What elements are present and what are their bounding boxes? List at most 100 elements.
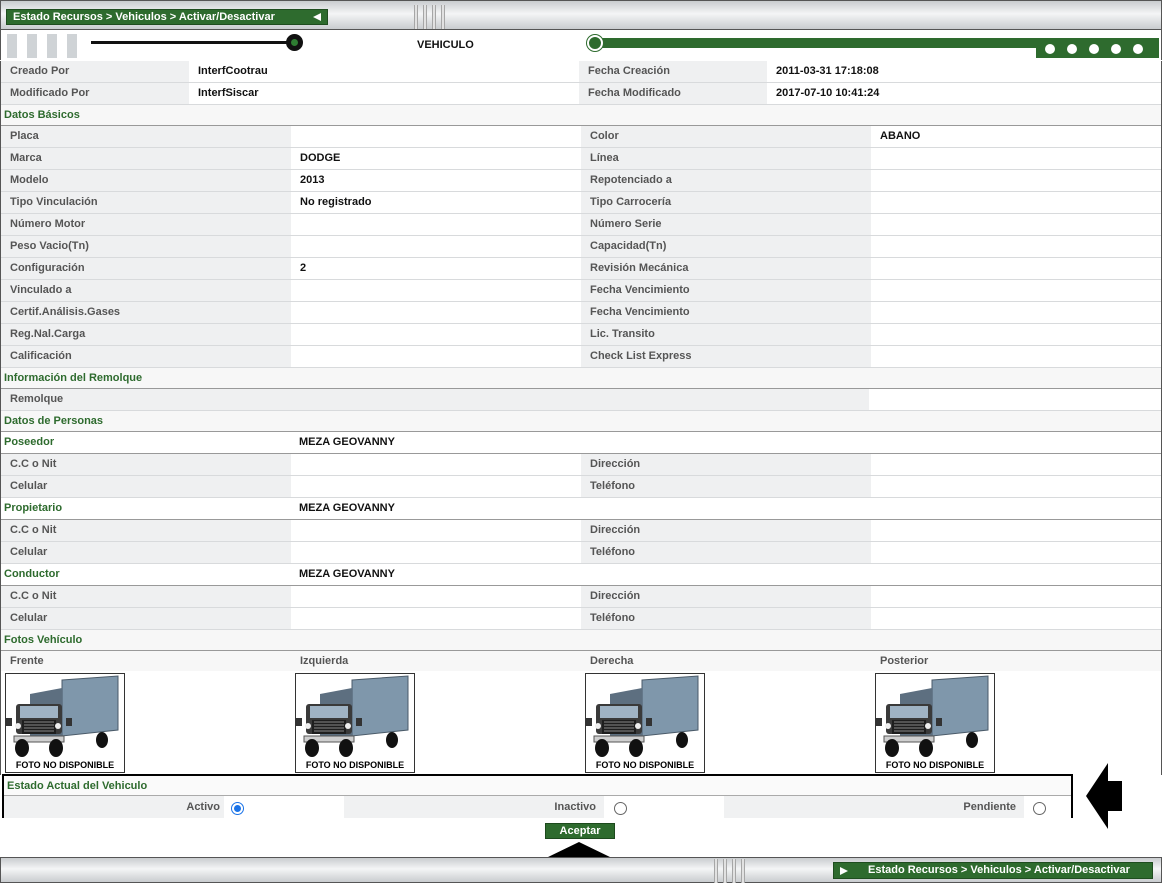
basic-data-table: Placa Color ABANO Marca DODGE Línea Modelo 2013…	[1, 126, 1161, 368]
basic-row: Placa Color ABANO	[1, 126, 1161, 148]
field-label: Dirección	[581, 520, 871, 541]
page-title: VEHICULO	[417, 39, 474, 51]
modified-date-label: Fecha Modificado	[579, 83, 767, 104]
person-header: Propietario MEZA GEOVANNY	[1, 498, 1161, 520]
breadcrumb-bottom-text: Estado Recursos > Vehiculos > Activar/De…	[868, 864, 1130, 876]
field-value	[291, 126, 581, 147]
basic-row: Tipo Vinculación No registrado Tipo Carroc…	[1, 192, 1161, 214]
field-label: Configuración	[1, 258, 291, 279]
accept-button[interactable]: Aceptar	[545, 823, 615, 839]
person-role: Poseedor	[1, 432, 291, 453]
radio-inactive[interactable]	[614, 802, 627, 815]
created-by-value: InterfCootrau	[189, 61, 579, 82]
field-label: Modelo	[1, 170, 291, 191]
modified-date-value: 2017-07-10 10:41:24	[767, 83, 1151, 104]
photo-left[interactable]: FOTO NO DISPONIBLE	[295, 673, 415, 773]
field-label: Marca	[1, 148, 291, 169]
field-value: 2013	[291, 170, 581, 191]
photo-placeholder-caption: FOTO NO DISPONIBLE	[15, 760, 115, 770]
field-value	[871, 324, 1161, 345]
collapse-arrow-icon[interactable]	[313, 13, 321, 21]
field-value: ABANO	[871, 126, 1161, 147]
field-label: C.C o Nit	[1, 520, 291, 541]
field-label: Número Motor	[1, 214, 291, 235]
breadcrumb[interactable]: Estado Recursos > Vehiculos > Activar/De…	[6, 9, 328, 25]
section-title-trailer: Información del Remolque	[1, 368, 1161, 389]
photo-cell: FOTO NO DISPONIBLE	[1, 671, 291, 775]
field-label: C.C o Nit	[1, 454, 291, 475]
photo-cell: FOTO NO DISPONIBLE	[581, 671, 871, 775]
status-options: Activo Inactivo Pendiente	[4, 796, 1071, 818]
expand-arrow-icon[interactable]	[840, 867, 848, 875]
person-row: C.C o Nit Dirección	[1, 454, 1161, 476]
field-value	[871, 148, 1161, 169]
audit-row: Modificado Por InterfSiscar Fecha Modifi…	[1, 83, 1161, 105]
basic-row: Modelo 2013 Repotenciado a	[1, 170, 1161, 192]
breadcrumb-text: Estado Recursos > Vehiculos > Activar/De…	[13, 11, 275, 23]
field-value	[871, 302, 1161, 323]
people-table: Poseedor MEZA GEOVANNY C.C o Nit Dirección C…	[1, 432, 1161, 630]
status-label-pending: Pendiente	[724, 796, 1024, 818]
photo-label-front: Frente	[10, 655, 44, 667]
grip-handle-icon	[709, 859, 749, 883]
basic-row: Vinculado a Fecha Vencimiento	[1, 280, 1161, 302]
field-label: Repotenciado a	[581, 170, 871, 191]
dots-icon	[1045, 44, 1143, 54]
person-name: MEZA GEOVANNY	[299, 502, 395, 514]
field-label: Fecha Vencimiento	[581, 302, 871, 323]
field-value	[871, 280, 1161, 301]
status-radio-cell	[604, 796, 724, 818]
field-label: Revisión Mecánica	[581, 258, 871, 279]
field-label: Teléfono	[581, 542, 871, 563]
field-value	[291, 236, 581, 257]
field-value	[871, 346, 1161, 367]
field-value	[871, 236, 1161, 257]
created-date-value: 2011-03-31 17:18:08	[767, 61, 1151, 82]
field-label: Dirección	[581, 586, 871, 607]
field-label: Certif.Análisis.Gases	[1, 302, 291, 323]
person-role: Conductor	[1, 564, 291, 585]
status-radio-cell	[224, 796, 344, 818]
trailer-label: Remolque	[1, 389, 869, 410]
photo-cell: FOTO NO DISPONIBLE	[871, 671, 1161, 775]
field-value: DODGE	[291, 148, 581, 169]
field-value	[291, 520, 581, 541]
field-label: Fecha Vencimiento	[581, 280, 871, 301]
field-label: Celular	[1, 608, 291, 629]
person-role: Propietario	[1, 498, 291, 519]
field-label: Línea	[581, 148, 871, 169]
photo-front[interactable]: FOTO NO DISPONIBLE	[5, 673, 125, 773]
photo-rear[interactable]: FOTO NO DISPONIBLE	[875, 673, 995, 773]
field-label: Vinculado a	[1, 280, 291, 301]
field-value	[291, 302, 581, 323]
created-by-label: Creado Por	[1, 61, 189, 82]
field-value: No registrado	[291, 192, 581, 213]
person-header: Poseedor MEZA GEOVANNY	[1, 432, 1161, 454]
photo-labels: Frente Izquierda Derecha Posterior	[1, 651, 1161, 671]
audit-row: Creado Por InterfCootrau Fecha Creación …	[1, 61, 1161, 83]
person-row: C.C o Nit Dirección	[1, 586, 1161, 608]
radio-active[interactable]	[231, 802, 244, 815]
field-label: C.C o Nit	[1, 586, 291, 607]
field-value	[291, 214, 581, 235]
vehicle-details: Creado Por InterfCootrau Fecha Creación …	[0, 61, 1162, 775]
field-label: Celular	[1, 476, 291, 497]
photo-placeholder-caption: FOTO NO DISPONIBLE	[885, 760, 985, 770]
vehicle-status-panel: Estado Actual del Vehiculo Activo Inacti…	[2, 774, 1073, 818]
trailer-row: Remolque	[1, 389, 1161, 411]
photo-placeholder-caption: FOTO NO DISPONIBLE	[305, 760, 405, 770]
section-title-basic: Datos Básicos	[1, 105, 1161, 126]
person-row: C.C o Nit Dirección	[1, 520, 1161, 542]
created-date-label: Fecha Creación	[579, 61, 767, 82]
trailer-value	[869, 389, 1161, 410]
radio-pending[interactable]	[1033, 802, 1046, 815]
photo-right[interactable]: FOTO NO DISPONIBLE	[585, 673, 705, 773]
section-title-people: Datos de Personas	[1, 411, 1161, 432]
basic-row: Certif.Análisis.Gases Fecha Vencimiento	[1, 302, 1161, 324]
field-value	[871, 608, 1161, 629]
status-label-inactive: Inactivo	[344, 796, 604, 818]
field-label: Peso Vacio(Tn)	[1, 236, 291, 257]
basic-row: Marca DODGE Línea	[1, 148, 1161, 170]
breadcrumb-bottom[interactable]: Estado Recursos > Vehiculos > Activar/De…	[833, 862, 1153, 879]
field-label: Dirección	[581, 454, 871, 475]
